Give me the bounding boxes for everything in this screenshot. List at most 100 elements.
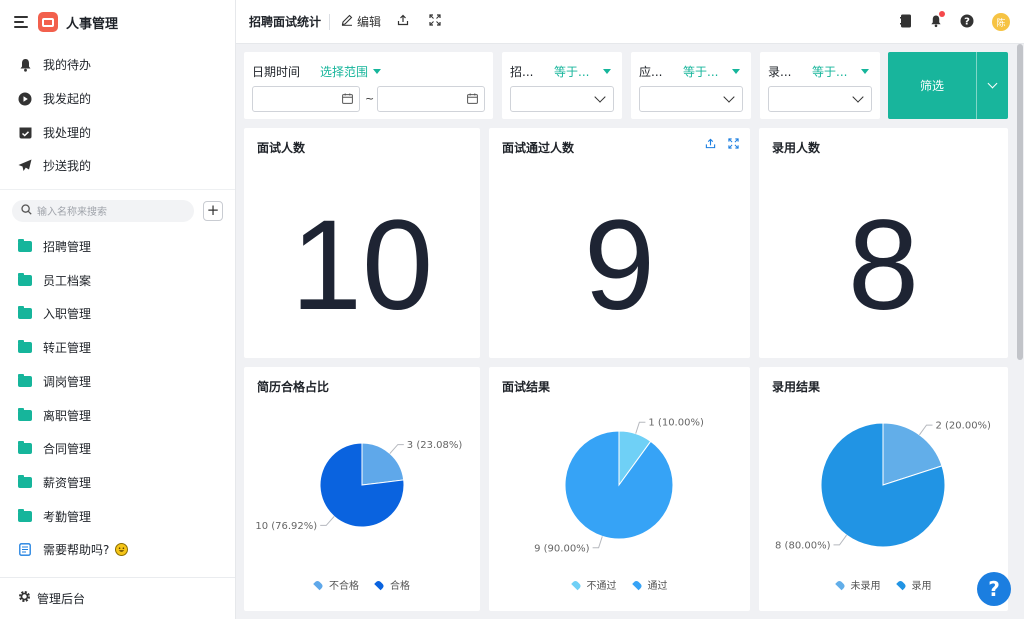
filter-operator[interactable]: 等于... [554,63,612,80]
pie-slice-1[interactable] [564,430,674,540]
label-leader-line [635,421,646,434]
filter-select[interactable] [768,86,872,112]
legend-label: 录用 [911,581,932,592]
help-circle-icon[interactable]: ? [960,14,974,31]
legend-label: 未录用 [850,581,881,592]
folder-item[interactable]: 考勤管理 [0,499,235,533]
legend-item[interactable]: 合格 [374,577,410,592]
expand-icon[interactable] [728,138,739,152]
legend-swatch [834,579,846,590]
filter-options-dropdown[interactable] [977,52,1008,119]
filter-operator[interactable]: 等于... [812,63,870,80]
folder-item[interactable]: 员工档案 [0,263,235,297]
menu-collapse-icon[interactable] [14,16,28,28]
legend-item[interactable]: 通过 [631,577,668,592]
folder-item[interactable]: 转正管理 [0,331,235,365]
filter-operator-text: 等于... [683,65,719,79]
folder-item[interactable]: 调岗管理 [0,365,235,399]
scrollbar-thumb[interactable] [1017,44,1023,360]
folder-label: 招聘管理 [43,240,92,255]
upload-icon[interactable] [705,138,716,152]
bell-icon [18,58,32,72]
label-leader-line [320,516,335,526]
share-button[interactable] [397,14,413,29]
pie-data-label: 2 (20.00%) [935,421,991,432]
chart-legend: 不合格 合格 [244,577,480,592]
legend-swatch [570,579,582,590]
label-leader-line [833,534,847,546]
notification-bell-icon[interactable] [930,10,945,31]
admin-console-label: 管理后台 [37,592,86,606]
legend-item[interactable]: 录用 [895,577,932,592]
folder-list: 招聘管理 员工档案 入职管理 转正管理 调岗管理 离职管理 合同管理 薪资管理 … [0,230,235,567]
filter-select[interactable] [510,86,614,112]
admin-console-link[interactable]: 管理后台 [0,577,235,619]
notification-dot [939,10,945,17]
filter-hire: 录... 等于... [760,52,880,119]
folder-item[interactable]: 离职管理 [0,398,235,432]
chevron-down-icon [987,78,998,89]
pie-chart: 3 (23.08%) 10 (76.92%) [255,440,462,532]
legend-item[interactable]: 不合格 [313,577,359,592]
expand-icon [429,14,441,29]
folder-item[interactable]: 入职管理 [0,297,235,331]
sidebar-header: 人事管理 [0,0,235,44]
calendar-icon [342,93,353,107]
add-item-button[interactable]: + [203,200,223,221]
pencil-icon [341,14,353,29]
nav-item-todo[interactable]: 我的待办 [0,48,235,82]
filter-date-operator[interactable]: 选择范围 [320,63,382,80]
start-date-input[interactable] [252,86,360,112]
svg-text:?: ? [964,16,970,27]
edit-button[interactable]: 编辑 [341,13,381,30]
filter-operator[interactable]: 等于... [683,63,741,80]
help-fab-button[interactable]: ? [977,572,1011,606]
filter-button[interactable]: 筛选 [888,52,1008,119]
chart-title: 简历合格占比 [257,380,330,394]
folder-item[interactable]: 合同管理 [0,432,235,466]
help-item[interactable]: 需要帮助吗? [0,533,235,567]
nav-item-initiated[interactable]: 我发起的 [0,82,235,116]
pie-data-label: 8 (80.00%) [775,540,831,551]
filter-label: 录... [768,65,792,79]
nav-item-cc[interactable]: 抄送我的 [0,149,235,183]
caret-down-icon [732,69,741,74]
play-circle-icon [18,92,32,106]
folder-item[interactable]: 薪资管理 [0,466,235,500]
folder-icon [18,239,32,253]
chart-legend: 未录用 录用 [759,577,1008,592]
pie-slice-0[interactable] [361,442,405,486]
metric-title: 面试通过人数 [502,141,575,155]
metric-card-interviews: 面试人数 10 [244,128,480,358]
nav-item-processed[interactable]: 我处理的 [0,115,235,149]
filter-button-label[interactable]: 筛选 [888,52,977,119]
pie-card-resume: 简历合格占比 3 (23.08%) 10 (76.92%) 不合格 合格 [244,367,480,611]
filter-select[interactable] [639,86,743,112]
caret-down-icon [603,69,612,74]
legend-swatch [313,579,324,590]
topbar-divider [329,13,331,30]
avatar[interactable]: 陈 [992,13,1010,31]
gear-icon [18,590,31,607]
end-date-input[interactable] [377,86,485,112]
legend-item[interactable]: 未录用 [834,577,881,592]
folder-icon [18,306,32,320]
address-book-icon[interactable] [900,14,912,31]
folder-icon [18,441,32,455]
label-leader-line [919,424,933,436]
pie-chart: 2 (20.00%) 8 (80.00%) [775,421,991,552]
folder-icon [18,340,32,354]
nav-item-label: 抄送我的 [43,159,92,174]
filter-recruit: 招... 等于... [502,52,622,119]
metric-value: 10 [290,194,434,337]
sidebar-search-input[interactable]: 输入名称来搜索 [12,199,194,222]
edit-label: 编辑 [357,15,382,29]
legend-swatch [374,579,385,590]
legend-item[interactable]: 不通过 [570,577,617,592]
fullscreen-button[interactable] [429,14,445,29]
folder-item[interactable]: 招聘管理 [0,230,235,264]
page-scrollbar[interactable] [1016,44,1024,619]
card-tools [693,138,739,152]
folder-label: 员工档案 [43,273,92,288]
chevron-down-icon [594,91,606,103]
